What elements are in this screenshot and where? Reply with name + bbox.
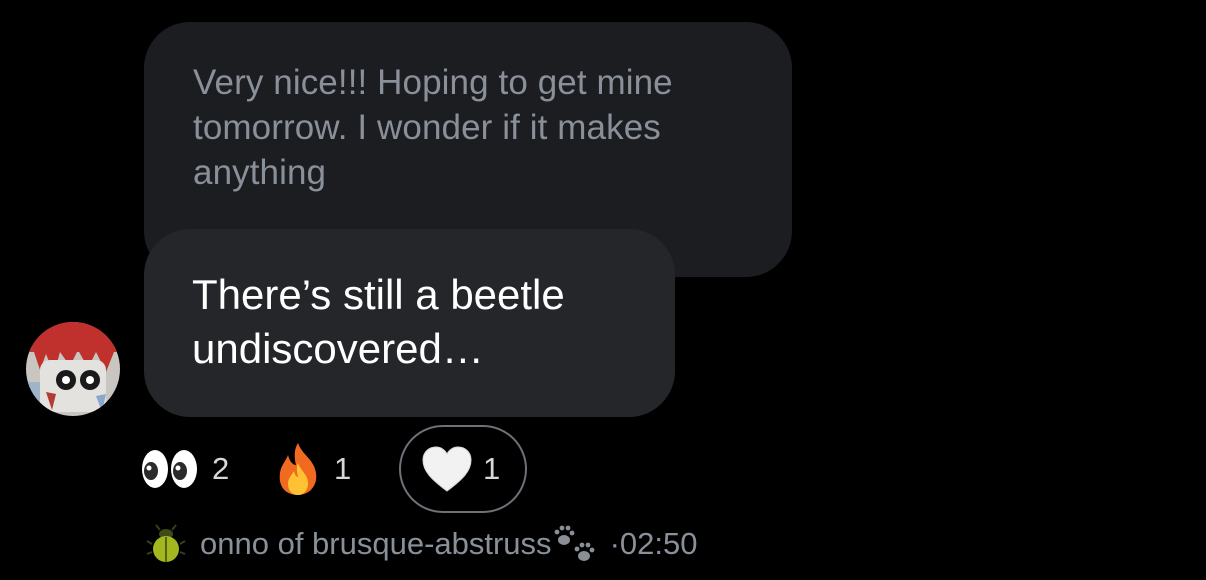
message-footer: onno of brusque-abstruss · 02:50	[146, 520, 697, 568]
time-separator: ·	[609, 526, 620, 561]
sender-avatar[interactable]	[26, 322, 120, 416]
message-bubble[interactable]: There’s still a beetle undiscovered…	[144, 229, 675, 417]
quoted-message-text: Very nice!!! Hoping to get mine tomorrow…	[193, 63, 673, 192]
paw-prints-icon	[554, 525, 594, 561]
reaction-eyes-count: 2	[212, 451, 230, 486]
reaction-white-heart[interactable]: 1	[399, 425, 527, 513]
message-text: There’s still a beetle undiscovered…	[192, 271, 565, 372]
reaction-eyes[interactable]: 2	[140, 425, 229, 513]
eyes-emoji-icon	[142, 450, 197, 488]
reaction-white-heart-count: 1	[483, 451, 501, 486]
sender-name[interactable]: onno of brusque-abstruss	[200, 526, 552, 562]
beetle-icon	[146, 524, 186, 562]
message-time: 02:50	[619, 526, 698, 561]
reactions-bar: 2 1 1	[140, 425, 660, 513]
reaction-fire-count: 1	[334, 451, 352, 486]
white-heart-emoji-icon	[422, 446, 472, 492]
avatar-icon	[26, 322, 120, 416]
fire-emoji-icon	[279, 443, 317, 495]
reaction-fire[interactable]: 1	[274, 425, 351, 513]
